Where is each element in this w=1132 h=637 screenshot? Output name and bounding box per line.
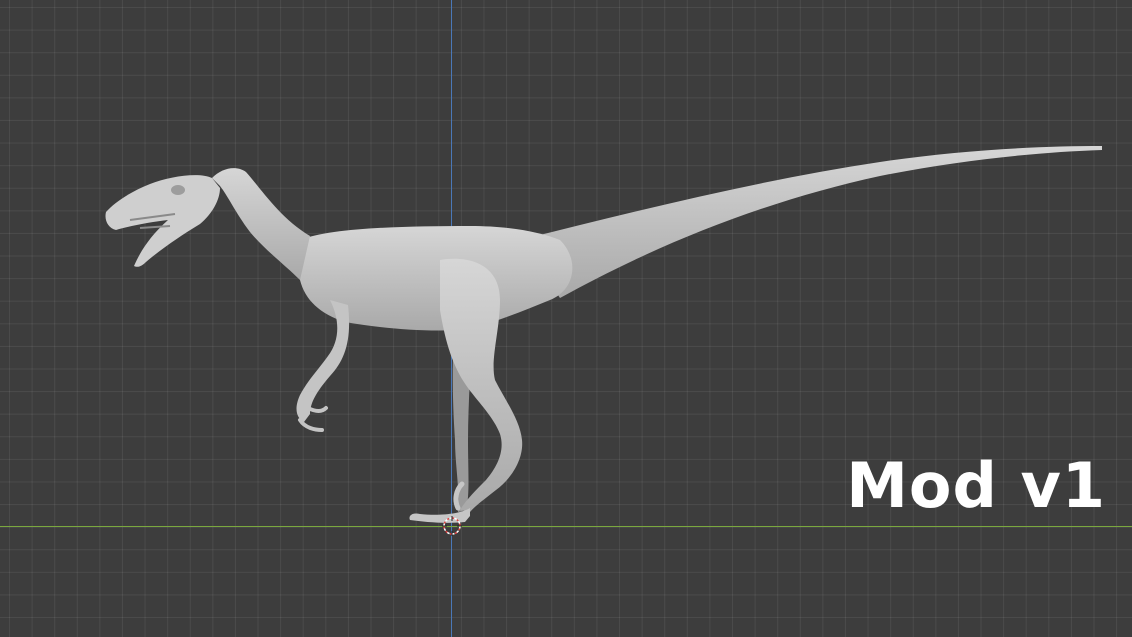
raptor-model[interactable] <box>0 0 1132 637</box>
raptor-tail <box>520 146 1102 298</box>
version-label: Mod v1 <box>846 449 1106 522</box>
raptor-head <box>105 175 220 267</box>
raptor-neck <box>212 168 310 280</box>
raptor-arm <box>296 300 350 422</box>
raptor-eye <box>171 185 185 195</box>
3d-viewport[interactable]: Mod v1 <box>0 0 1132 637</box>
3d-cursor-icon[interactable] <box>442 516 462 536</box>
